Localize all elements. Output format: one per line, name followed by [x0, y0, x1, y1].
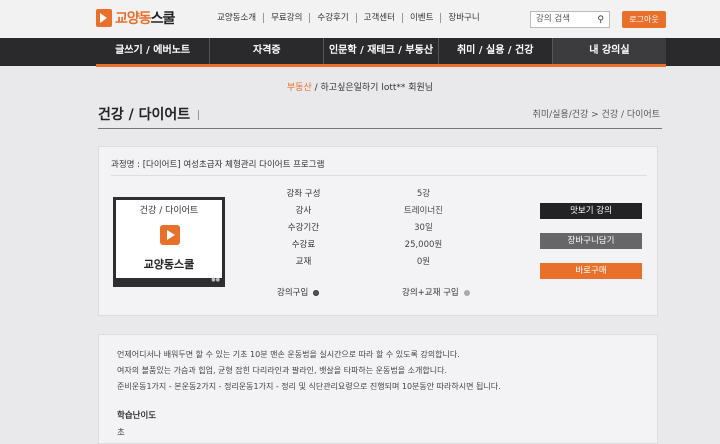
site-logo[interactable]: 교양동스쿨 — [96, 8, 176, 28]
thumbnail-brand: 교양동스쿨 — [143, 258, 195, 271]
title-divider-line — [98, 128, 662, 129]
course-description: 언제어디서나 배워두면 할 수 있는 기초 10분 맨손 운동법을 실시간으로 … — [98, 334, 658, 444]
description-line: 준비운동1가지 - 본운동2가지 - 정리운동1가지 - 정리 및 식단관리요령… — [117, 382, 501, 391]
search-icon[interactable]: ⚲ — [597, 13, 604, 28]
info-row: 수강기간 30일 — [259, 220, 499, 237]
main-nav: 글쓰기 / 에버노트 자격증 인문학 / 재테크 / 부동산 취미 / 실용 /… — [0, 38, 720, 66]
logo-text-b: 스쿨 — [150, 11, 176, 27]
option-lecture-only-label: 강의구입 — [277, 288, 309, 298]
info-label: 강좌 구성 — [286, 189, 321, 199]
course-info-table: 강좌 구성 5강 강사 트레이너진 수강기간 30일 수강료 25,000원 교… — [259, 186, 499, 271]
difficulty-value: 초 — [117, 428, 125, 438]
info-value: 트레이너진 — [403, 206, 443, 216]
greeting-category[interactable]: 부동산 — [287, 83, 312, 93]
option-lecture-only[interactable]: 강의구입 — [277, 286, 320, 298]
description-line: 여자의 볼품있는 가슴과 힙업, 균형 잡힌 다리라인과 팔라인, 뱃살을 타파… — [117, 366, 447, 375]
info-value: 0원 — [416, 257, 431, 267]
card-divider — [111, 175, 647, 176]
nav-item-my-classroom[interactable]: 내 강의실 — [552, 38, 667, 66]
logo-play-icon — [96, 9, 112, 27]
nav-item-writing[interactable]: 글쓰기 / 에버노트 — [96, 38, 211, 66]
buy-now-button[interactable]: 바로구매 — [540, 263, 642, 279]
nav-item-humanities[interactable]: 인문학 / 재테크 / 부동산 — [324, 38, 439, 66]
toplink-support[interactable]: 고객센터 — [357, 13, 403, 23]
info-label: 수강료 — [291, 240, 316, 250]
preview-lecture-button[interactable]: 맛보기 강의 — [540, 203, 642, 219]
option-lecture-book-label: 강의+교재 구입 — [402, 288, 459, 298]
top-links: 교양동소개 무료강의 수강후기 고객센터 이벤트 장바구니 — [210, 13, 487, 23]
logo-text: 교양동스쿨 — [115, 8, 176, 28]
difficulty-label: 학습난이도 — [117, 411, 157, 421]
info-value: 5강 — [416, 189, 431, 199]
info-label: 강사 — [295, 206, 312, 216]
option-lecture-book[interactable]: 강의+교재 구입 — [402, 286, 470, 298]
toplink-reviews[interactable]: 수강후기 — [310, 13, 357, 23]
thumbnail-category: 건강 / 다이어트 — [139, 206, 199, 216]
greeting-text: / 하고싶은일하기 lott** 회원님 — [314, 83, 434, 93]
course-card: 과정명 : [다이어트] 여성초급자 체형관리 다이어트 프로그램 건강 / 다… — [98, 146, 658, 316]
course-thumbnail[interactable]: 건강 / 다이어트 교양동스쿨 ●● — [113, 197, 225, 287]
toplink-cart[interactable]: 장바구니 — [441, 13, 486, 23]
page-title: 건강 / 다이어트 — [98, 104, 200, 124]
info-row: 강사 트레이너진 — [259, 203, 499, 220]
info-row: 강좌 구성 5강 — [259, 186, 499, 203]
search-placeholder: 강의 검색 — [536, 14, 570, 24]
nav-item-certificates[interactable]: 자격증 — [210, 38, 325, 66]
info-value: 25,000원 — [404, 240, 443, 250]
radio-lecture-book[interactable] — [463, 289, 470, 296]
toplink-events[interactable]: 이벤트 — [403, 13, 442, 23]
radio-lecture-only[interactable] — [313, 289, 320, 296]
toplink-free-lectures[interactable]: 무료강의 — [264, 13, 311, 23]
title-divider — [198, 110, 200, 120]
info-row: 교재 0원 — [259, 254, 499, 271]
top-bar: 교양동스쿨 교양동소개 무료강의 수강후기 고객센터 이벤트 장바구니 강의 검… — [0, 0, 720, 38]
logout-button[interactable]: 로그아웃 — [622, 11, 666, 28]
add-to-cart-button[interactable]: 장바구니담기 — [540, 233, 642, 249]
info-label: 수강기간 — [287, 223, 320, 233]
toplink-about[interactable]: 교양동소개 — [210, 13, 265, 23]
breadcrumb: 취미/실용/건강 > 건강 / 다이어트 — [532, 110, 660, 120]
description-line: 언제어디서나 배워두면 할 수 있는 기초 10분 맨손 운동법을 실시간으로 … — [117, 350, 460, 359]
info-value: 30일 — [414, 223, 433, 233]
nav-accent-line — [96, 64, 666, 67]
player-controls-icon: ●● — [211, 277, 220, 283]
info-row: 수강료 25,000원 — [259, 237, 499, 254]
info-label: 교재 — [295, 257, 312, 267]
greeting: 부동산 / 하고싶은일하기 lott** 회원님 — [0, 80, 720, 93]
logo-text-a: 교양동 — [115, 11, 152, 27]
search-input[interactable]: 강의 검색 ⚲ — [530, 11, 610, 28]
page-title-text: 건강 / 다이어트 — [98, 107, 191, 123]
nav-item-hobby[interactable]: 취미 / 실용 / 건강 — [439, 38, 553, 66]
play-icon[interactable] — [160, 225, 180, 245]
course-name: 과정명 : [다이어트] 여성초급자 체형관리 다이어트 프로그램 — [111, 160, 325, 170]
